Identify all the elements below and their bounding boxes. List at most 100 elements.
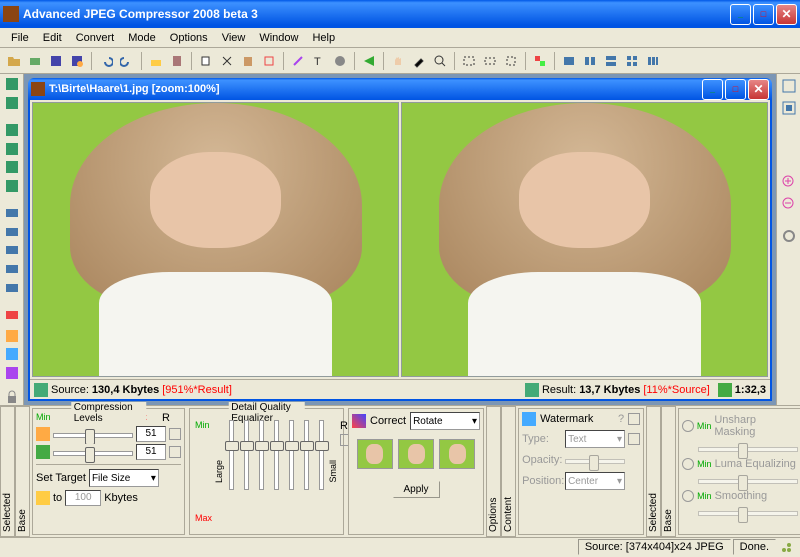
side-tool-3[interactable] <box>2 122 22 139</box>
doc-maximize-button[interactable]: □ <box>725 79 746 100</box>
open-button[interactable] <box>4 51 24 71</box>
luma-radio[interactable] <box>682 458 694 470</box>
select-ratio-icon[interactable] <box>480 51 500 71</box>
menu-view[interactable]: View <box>215 30 253 46</box>
menu-mode[interactable]: Mode <box>121 30 163 46</box>
smooth-radio[interactable] <box>682 490 694 502</box>
zoom-icon[interactable] <box>430 51 450 71</box>
watermark-toggle[interactable] <box>628 413 640 425</box>
menu-options[interactable]: Options <box>163 30 215 46</box>
nav-icon[interactable] <box>779 76 799 96</box>
side-tool-7[interactable] <box>2 205 22 222</box>
resize-grip[interactable] <box>778 540 794 554</box>
layout-5-icon[interactable] <box>643 51 663 71</box>
chroma-slider[interactable] <box>53 444 133 460</box>
side-tool-12[interactable] <box>2 307 22 324</box>
position-combo[interactable]: Center <box>565 472 625 490</box>
type-combo[interactable]: Text <box>565 430 625 448</box>
zoom-in-icon[interactable] <box>779 172 799 192</box>
eq-slider-1[interactable] <box>224 420 238 490</box>
side-tool-4[interactable] <box>2 140 22 157</box>
saveas-button[interactable] <box>67 51 87 71</box>
side-tool-9[interactable] <box>2 242 22 259</box>
unsharp-radio[interactable] <box>682 420 694 432</box>
eq-slider-6[interactable] <box>299 420 313 490</box>
doc-minimize-button[interactable]: _ <box>702 79 723 100</box>
thumb-1[interactable] <box>357 439 393 469</box>
target-combo[interactable]: File Size <box>89 469 159 487</box>
menu-help[interactable]: Help <box>305 30 342 46</box>
result-image-pane[interactable] <box>401 102 768 377</box>
menu-file[interactable]: File <box>4 30 36 46</box>
cut-button[interactable] <box>217 51 237 71</box>
menu-window[interactable]: Window <box>252 30 305 46</box>
color-icon[interactable] <box>530 51 550 71</box>
side-tool-11[interactable] <box>2 279 22 296</box>
thumb-2[interactable] <box>398 439 434 469</box>
source-image-pane[interactable] <box>32 102 399 377</box>
eq-slider-2[interactable] <box>239 420 253 490</box>
side-tool-5[interactable] <box>2 159 22 176</box>
side-tool-2[interactable] <box>2 95 22 112</box>
crop-icon[interactable] <box>259 51 279 71</box>
eyedrop-icon[interactable] <box>409 51 429 71</box>
luma-value[interactable]: 51 <box>136 426 166 442</box>
select-fixed-icon[interactable] <box>501 51 521 71</box>
opacity-slider[interactable] <box>565 452 625 468</box>
layout-4-icon[interactable] <box>622 51 642 71</box>
undo-button[interactable] <box>96 51 116 71</box>
thumb-3[interactable] <box>439 439 475 469</box>
side-tool-10[interactable] <box>2 261 22 278</box>
paste-button[interactable] <box>238 51 258 71</box>
copy-button[interactable] <box>196 51 216 71</box>
text-icon[interactable]: T <box>309 51 329 71</box>
menu-edit[interactable]: Edit <box>36 30 69 46</box>
wand-icon[interactable] <box>288 51 308 71</box>
eq-slider-7[interactable] <box>314 420 328 490</box>
tab-content[interactable]: Content <box>501 406 516 537</box>
chroma-value[interactable]: 51 <box>136 444 166 460</box>
unsharp-slider[interactable] <box>698 440 798 456</box>
luma-reset[interactable] <box>169 428 181 440</box>
settings-icon[interactable] <box>330 51 350 71</box>
smooth-slider[interactable] <box>698 504 798 520</box>
apply-button[interactable]: Apply <box>393 481 440 498</box>
correct-combo[interactable]: Rotate <box>410 412 480 430</box>
profile-button[interactable] <box>167 51 187 71</box>
side-palette-1[interactable] <box>2 327 22 344</box>
layout-3-icon[interactable] <box>601 51 621 71</box>
menu-convert[interactable]: Convert <box>69 30 122 46</box>
luma-slider[interactable] <box>53 426 133 442</box>
side-tool-1[interactable] <box>2 76 22 93</box>
side-tool-8[interactable] <box>2 224 22 241</box>
fit-icon[interactable] <box>779 98 799 118</box>
zoom-out-icon[interactable] <box>779 194 799 214</box>
doc-close-button[interactable]: ✕ <box>748 79 769 100</box>
chroma-reset[interactable] <box>169 446 181 458</box>
layout-2-icon[interactable] <box>580 51 600 71</box>
minimize-button[interactable]: _ <box>730 4 751 25</box>
luma-eq-slider[interactable] <box>698 472 798 488</box>
arrow-icon[interactable] <box>359 51 379 71</box>
side-lock-icon[interactable] <box>2 388 22 405</box>
side-palette-2[interactable] <box>2 346 22 363</box>
tab-base[interactable]: Base <box>15 406 30 537</box>
eq-slider-3[interactable] <box>254 420 268 490</box>
type-edit[interactable] <box>628 433 640 445</box>
side-tool-6[interactable] <box>2 178 22 195</box>
side-palette-3[interactable] <box>2 364 22 381</box>
batch-button[interactable] <box>146 51 166 71</box>
eq-slider-5[interactable] <box>284 420 298 490</box>
eq-slider-4[interactable] <box>269 420 283 490</box>
save-button[interactable] <box>46 51 66 71</box>
layout-1-icon[interactable] <box>559 51 579 71</box>
tab-options[interactable]: Options <box>486 406 501 537</box>
redo-button[interactable] <box>117 51 137 71</box>
close-button[interactable]: ✕ <box>776 4 797 25</box>
tab-selected-2[interactable]: Selected <box>646 406 661 537</box>
tab-selected[interactable]: Selected <box>0 406 15 537</box>
refresh-icon[interactable] <box>779 226 799 246</box>
tab-base-2[interactable]: Base <box>661 406 676 537</box>
hand-icon[interactable] <box>388 51 408 71</box>
select-rect-icon[interactable] <box>459 51 479 71</box>
